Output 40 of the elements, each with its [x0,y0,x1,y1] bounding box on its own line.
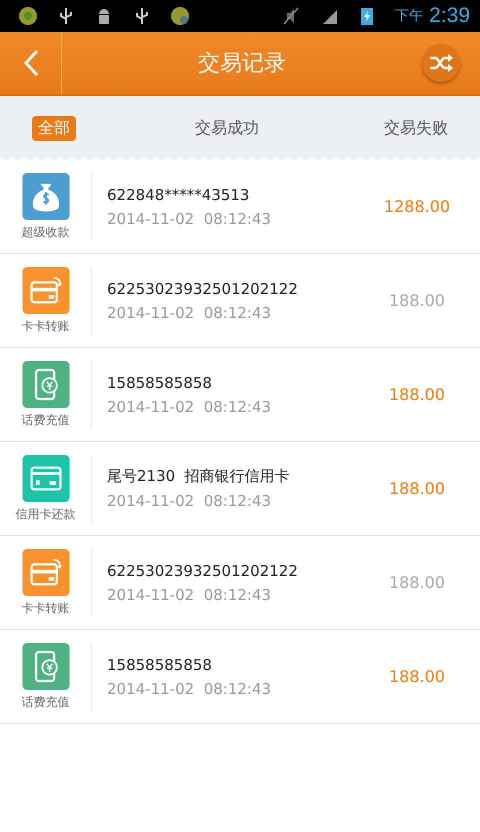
account-text: 62253023932501202122 [107,280,299,298]
card-icon [20,266,72,314]
filter-tab[interactable]: 交易成功 [189,116,265,140]
date-time: 2014-11-02 08:12:43 [107,492,272,510]
phone-icon [20,642,72,690]
account-text: 15858585858 [107,374,213,392]
amount: 1288.00 [382,197,452,216]
type-label: 超级收款 [22,224,70,240]
app-notification-icon [170,6,190,26]
money-bag-icon [20,172,72,220]
mute-icon [281,6,302,26]
account-text: 622848*****43513 [107,186,250,204]
account-text: 15858585858 [107,656,213,674]
date-time: 2014-11-02 08:12:43 [107,680,272,698]
date-time: 2014-11-02 08:12:43 [107,210,272,228]
app-notification-icon [18,6,38,26]
page-title: 交易记录 [197,50,287,78]
amount: 188.00 [388,291,446,310]
time-period: 下午 [395,7,424,25]
filter-tab[interactable]: 交易失败 [378,116,454,140]
date-time: 2014-11-02 08:12:43 [107,304,272,322]
card-icon [20,548,72,596]
amount: 188.00 [388,479,446,498]
shuffle-icon [429,54,453,72]
amount: 188.00 [388,667,446,686]
phone-icon [20,360,72,408]
shuffle-button[interactable] [422,44,460,82]
clock-time: 2:39 [429,4,470,28]
type-label: 话费充值 [22,694,70,710]
date-time: 2014-11-02 08:12:43 [107,586,272,604]
card-icon [20,454,72,502]
account-text: 62253023932501202122 [107,562,299,580]
amount: 188.00 [388,573,446,592]
type-label: 卡卡转账 [22,600,70,616]
amount: 188.00 [388,385,446,404]
type-label: 卡卡转账 [22,318,70,334]
date-time: 2014-11-02 08:12:43 [107,398,272,416]
account-text: 尾号2130 招商银行信用卡 [107,467,291,486]
type-label: 话费充值 [22,412,70,428]
type-label: 信用卡还款 [16,506,76,522]
